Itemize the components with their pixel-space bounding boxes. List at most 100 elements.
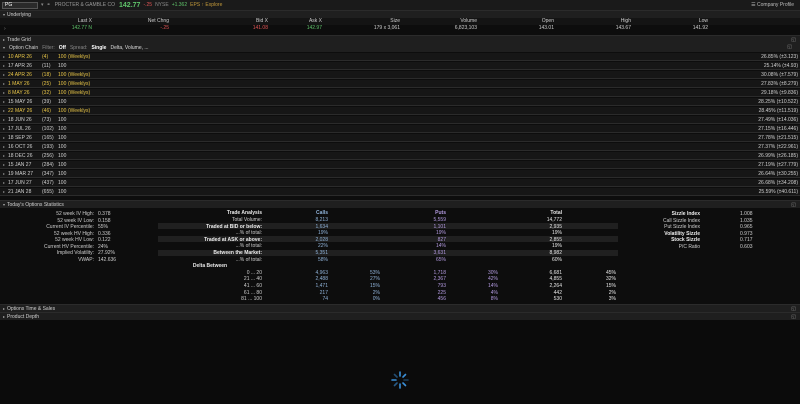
implied-volatility: 28.45% (±11.519) <box>758 107 798 114</box>
delta-between-header: Delta Between <box>192 263 228 270</box>
expand-icon: ▸ <box>3 90 6 95</box>
trade-analysis-puts: 5,559 <box>433 217 446 223</box>
days-to-expiry: (102) <box>42 125 54 132</box>
trade-analysis-puts: 3,631 <box>433 250 446 256</box>
expiration-row[interactable]: ▸ 21 JAN 28 (655) 100 25.59% (±40.611) <box>0 188 800 196</box>
product-depth-section-header[interactable]: ▸ Product Depth ◱ <box>0 312 800 320</box>
expiration-row[interactable]: ▸ 17 JUL 26 (102) 100 27.15% (±16.446) <box>0 125 800 133</box>
trade-analysis-calls: 19% <box>317 230 328 237</box>
stat-label: 52 week HV High: <box>53 230 94 237</box>
multiplier: 100 <box>58 107 67 114</box>
expiration-date: 16 OCT 26 <box>8 143 33 150</box>
spread-label: Spread: <box>69 44 88 51</box>
value-open: 143.01 <box>538 25 554 31</box>
delta-tp: 3% <box>608 296 616 303</box>
options-time-sales-section-header[interactable]: ▸ Options Time & Sales ◱ <box>0 304 800 312</box>
expiration-date: 17 JUN 27 <box>8 179 32 186</box>
options-statistics-section-header[interactable]: ▾ Today's Options Statistics ◱ <box>0 200 800 208</box>
expiration-row[interactable]: ▸ 15 JAN 27 (284) 100 27.19% (±27.779) <box>0 161 800 169</box>
value-size: 179 x 3,061 <box>373 25 400 31</box>
trade-grid-title: Trade Grid <box>7 36 31 43</box>
header-open: Open <box>541 18 554 24</box>
trade-analysis-label: Total Volume: <box>231 217 262 223</box>
days-to-expiry: (193) <box>42 143 54 150</box>
delta-calls: 74 <box>322 296 328 303</box>
delta-tp: 2% <box>608 289 616 296</box>
trade-analysis-calls: 22% <box>317 243 328 250</box>
expiration-row[interactable]: ▸ 8 MAY 26 (32) 100 (Weeklys) 29.18% (±9.836) <box>0 89 800 97</box>
delta-cp: 15% <box>369 283 380 289</box>
implied-volatility: 25.59% (±40.611) <box>758 188 798 195</box>
expiration-row[interactable]: ▸ 19 MAR 27 (347) 100 26.64% (±30.255) <box>0 170 800 178</box>
expiration-row[interactable]: ▸ 18 SEP 26 (165) 100 27.78% (±21.515) <box>0 134 800 142</box>
symbol-input[interactable]: PG <box>2 1 38 9</box>
sizzle-label: Sizzle Index <box>671 211 700 217</box>
stat-label: Current HV Percentile: <box>43 243 94 250</box>
collapse-icon[interactable]: ▾ <box>3 45 5 50</box>
expiration-date: 22 MAY 26 <box>8 107 33 114</box>
expiration-row[interactable]: ▸ 18 JUN 26 (73) 100 27.49% (±14.036) <box>0 116 800 124</box>
multiplier: 100 <box>58 116 67 123</box>
eps-label[interactable]: EPS ↑ Explore <box>190 2 222 8</box>
sizzle-label: Call Sizzle Index <box>663 217 700 224</box>
trade-analysis-puts: 1,101 <box>433 223 446 230</box>
expiration-row[interactable]: ▸ 16 OCT 26 (193) 100 27.37% (±22.961) <box>0 143 800 151</box>
dropdown-icon[interactable]: ▾ <box>41 2 44 8</box>
window-icon[interactable]: ◱ <box>787 44 792 50</box>
expand-icon: ▸ <box>3 180 6 185</box>
company-profile-button[interactable]: ☰ Company Profile <box>751 2 794 8</box>
expiration-row[interactable]: ▸ 18 DEC 26 (256) 100 26.99% (±26.185) <box>0 152 800 160</box>
days-to-expiry: (437) <box>42 179 54 186</box>
stat-value: 142.636 <box>98 256 117 263</box>
total-header: Total <box>550 210 562 216</box>
expiration-row[interactable]: ▸ 22 MAY 26 (46) 100 (Weeklys) 28.45% (±11.51… <box>0 107 800 115</box>
option-chain-header: ▾ Option Chain Filter: Off Spread: Singl… <box>0 43 800 52</box>
delta-calls: 217 <box>319 289 328 296</box>
trade-analysis-total: 60% <box>551 256 562 263</box>
delta-cp: 0% <box>372 296 380 303</box>
trade-analysis-label: ...% of total: <box>235 256 262 263</box>
expiration-row[interactable]: ▸ 10 APR 26 (4) 100 (Weeklys) 26.85% (±3.123) <box>0 53 800 61</box>
implied-volatility: 25.14% (±4.93) <box>763 62 798 69</box>
trade-analysis-header: Trade Analysis <box>226 210 262 216</box>
trade-analysis-puts: 65% <box>435 256 446 263</box>
trade-analysis-puts: 19% <box>435 230 446 237</box>
weekly-tag: (Weeklys) <box>68 89 91 96</box>
underlying-title: Underlying <box>7 11 31 18</box>
days-to-expiry: (11) <box>42 62 51 69</box>
delta-total: 6,681 <box>549 269 562 276</box>
underlying-section-header[interactable]: ▾ Underlying <box>0 10 800 18</box>
product-depth-title: Product Depth <box>7 313 39 320</box>
options-statistics-panel: 52 week IV High: 0.378 52 week IV Low: 0.15… <box>0 208 800 303</box>
expiration-date: 8 MAY 26 <box>8 89 30 96</box>
spread-dropdown[interactable]: Single <box>91 45 106 51</box>
days-to-expiry: (165) <box>42 134 54 141</box>
expiration-row[interactable]: ▸ 17 APR 26 (11) 100 25.14% (±4.93) <box>0 62 800 70</box>
trade-grid-section-header[interactable]: ▸ Trade Grid ◱ <box>0 35 800 43</box>
delta-cp: 53% <box>369 269 380 276</box>
sizzle-value: 0.965 <box>740 224 753 230</box>
expand-icon: ▸ <box>3 153 6 158</box>
delta-puts: 225 <box>437 289 446 296</box>
expiration-row[interactable]: ▸ 17 JUN 27 (437) 100 26.68% (±34.208) <box>0 179 800 187</box>
stat-label: 52 week IV High: <box>56 211 94 217</box>
delta-total: 442 <box>553 289 562 296</box>
expiration-row[interactable]: ▸ 1 MAY 26 (25) 100 (Weeklys) 27.83% (±8.279) <box>0 80 800 88</box>
multiplier: 100 <box>58 53 67 60</box>
filter-dropdown[interactable]: Off <box>59 45 66 51</box>
trade-analysis-label: ...% of total: <box>235 230 262 237</box>
expiration-row[interactable]: ▸ 24 APR 26 (18) 100 (Weeklys) 30.08% (±7.579… <box>0 71 800 79</box>
delta-puts: 2,367 <box>433 276 446 283</box>
expiration-date: 17 JUL 26 <box>8 125 31 132</box>
delta-pp: 42% <box>487 276 498 283</box>
multiplier: 100 <box>58 125 67 132</box>
layout-dropdown[interactable]: Delta, Volume, ... <box>110 45 148 51</box>
delta-puts: 456 <box>437 296 446 303</box>
expand-icon: ▸ <box>3 162 6 167</box>
multiplier: 100 <box>58 71 67 78</box>
link-icon[interactable]: ⚭ <box>47 2 51 8</box>
expiration-row[interactable]: ▸ 15 MAY 26 (39) 100 28.25% (±10.522) <box>0 98 800 106</box>
expand-icon[interactable]: › <box>4 26 6 32</box>
price-change: -.25 <box>143 2 153 8</box>
top-bar: PG ▾ ⚭ PROCTER & GAMBLE CO 142.77 -.25 N… <box>0 0 800 10</box>
